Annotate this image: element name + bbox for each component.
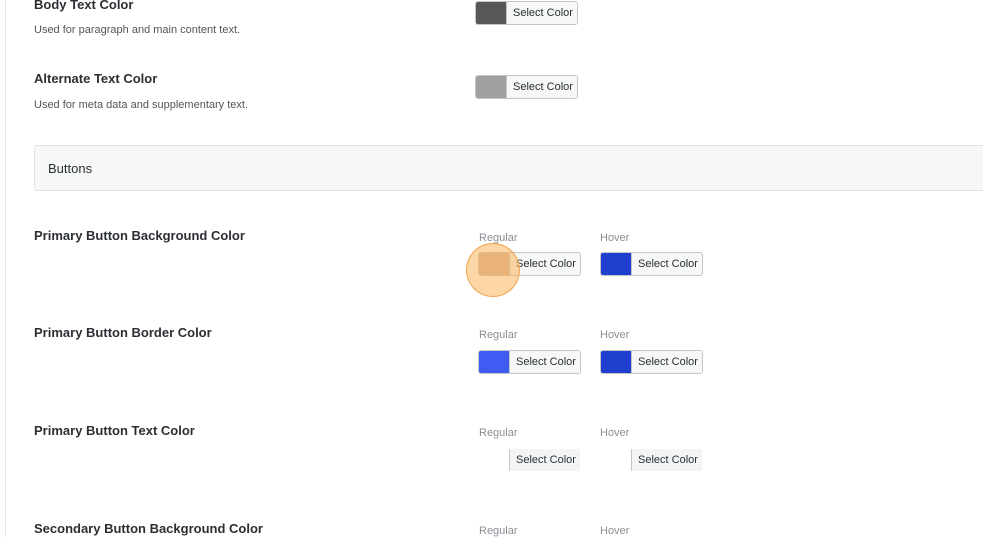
select-color-button[interactable]: Select Color: [509, 253, 580, 275]
alternate-text-color-title: Alternate Text Color: [34, 71, 158, 86]
primary-button-text-regular-picker[interactable]: Select Color: [478, 448, 581, 472]
primary-button-border-color-title: Primary Button Border Color: [34, 325, 212, 340]
section-title: Buttons: [48, 161, 93, 176]
regular-state-label: Regular: [479, 427, 518, 439]
alternate-text-color-picker[interactable]: Select Color: [475, 75, 578, 99]
buttons-section-header[interactable]: Buttons: [34, 145, 983, 191]
select-color-button[interactable]: Select Color: [506, 2, 577, 24]
settings-panel: Body Text Color Used for paragraph and m…: [0, 0, 983, 537]
regular-state-label: Regular: [479, 525, 518, 537]
primary-button-bg-hover-swatch: [601, 253, 631, 275]
panel-left-border: [5, 0, 6, 537]
primary-button-bg-regular-swatch: [479, 253, 509, 275]
alternate-text-color-swatch: [476, 76, 506, 98]
primary-button-bg-hover-picker[interactable]: Select Color: [600, 252, 703, 276]
hover-state-label: Hover: [600, 427, 630, 439]
body-text-color-picker[interactable]: Select Color: [475, 1, 578, 25]
hover-state-label: Hover: [600, 329, 630, 341]
primary-button-text-hover-swatch: [601, 449, 631, 471]
primary-button-bg-regular-picker[interactable]: Select Color: [478, 252, 581, 276]
select-color-button[interactable]: Select Color: [631, 351, 702, 373]
select-color-button[interactable]: Select Color: [509, 449, 580, 471]
primary-button-text-color-title: Primary Button Text Color: [34, 423, 195, 438]
select-color-button[interactable]: Select Color: [631, 253, 702, 275]
primary-button-background-color-title: Primary Button Background Color: [34, 228, 245, 243]
body-text-color-swatch: [476, 2, 506, 24]
primary-button-text-regular-swatch: [479, 449, 509, 471]
primary-button-border-regular-swatch: [479, 351, 509, 373]
primary-button-text-hover-picker[interactable]: Select Color: [600, 448, 703, 472]
hover-state-label: Hover: [600, 232, 630, 244]
select-color-button[interactable]: Select Color: [631, 449, 702, 471]
hover-state-label: Hover: [600, 525, 630, 537]
body-text-color-title: Body Text Color: [34, 0, 134, 12]
select-color-button[interactable]: Select Color: [506, 76, 577, 98]
secondary-button-background-color-title: Secondary Button Background Color: [34, 521, 263, 536]
regular-state-label: Regular: [479, 232, 518, 244]
primary-button-border-regular-picker[interactable]: Select Color: [478, 350, 581, 374]
alternate-text-color-description: Used for meta data and supplementary tex…: [34, 99, 249, 111]
primary-button-border-hover-swatch: [601, 351, 631, 373]
primary-button-border-hover-picker[interactable]: Select Color: [600, 350, 703, 374]
regular-state-label: Regular: [479, 329, 518, 341]
body-text-color-description: Used for paragraph and main content text…: [34, 24, 241, 36]
select-color-button[interactable]: Select Color: [509, 351, 580, 373]
